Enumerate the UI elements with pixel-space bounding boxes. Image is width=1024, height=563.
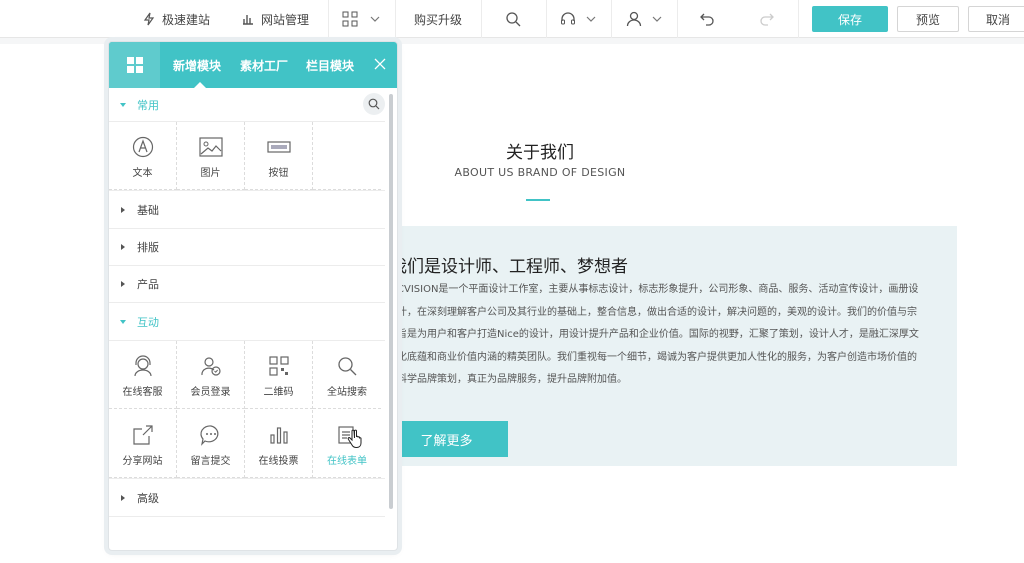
cancel-button[interactable]: 取消 [968, 6, 1024, 32]
layout-grid-dropdown[interactable] [330, 0, 392, 38]
title-underline [526, 199, 550, 201]
category-label: 产品 [137, 278, 159, 291]
support-dropdown[interactable] [547, 0, 609, 38]
upgrade-button[interactable]: 购买升级 [396, 0, 480, 38]
bar-chart-icon [242, 15, 253, 25]
module-label: 全站搜索 [327, 387, 367, 398]
search-icon [506, 12, 521, 27]
triangle-down-icon [120, 320, 126, 324]
module-grid-button[interactable] [109, 42, 160, 88]
quick-build-button[interactable]: 极速建站 [140, 0, 212, 38]
module-label: 在线投票 [258, 456, 299, 467]
module-member-login[interactable]: 会员登录 [177, 341, 245, 409]
user-dropdown[interactable] [612, 0, 676, 38]
user-icon [626, 11, 642, 27]
category-interactive[interactable]: 互动 [109, 304, 385, 341]
button-icon [266, 141, 291, 153]
learn-more-button[interactable]: 了解更多 [385, 421, 508, 457]
module-message[interactable]: 留言提交 [177, 410, 245, 478]
module-label: 留言提交 [190, 456, 231, 467]
module-image[interactable]: 图片 [177, 122, 245, 190]
interactive-modules-grid: 在线客服 会员登录 二维码 全站搜索 分享网站 留言提交 在线投票 在线表单 [109, 341, 385, 479]
category-product[interactable]: 产品 [109, 266, 385, 303]
module-label: 二维码 [263, 387, 294, 398]
preview-button[interactable]: 预览 [897, 6, 959, 32]
chevron-down-icon [652, 16, 662, 22]
undo-icon [700, 13, 714, 26]
add-module-panel: 新增模块 素材工厂 栏目模块 常用 文本 图片 按钮 基础 排版 产品 互动 在… [108, 41, 398, 551]
triangle-right-icon [121, 207, 125, 213]
category-label: 常用 [137, 98, 159, 112]
share-icon [132, 425, 153, 445]
module-label: 会员登录 [190, 387, 231, 398]
member-login-icon [200, 357, 221, 376]
triangle-right-icon [121, 281, 125, 287]
search-icon [368, 98, 380, 110]
site-manage-label: 网站管理 [260, 12, 309, 27]
hand-cursor-icon [347, 429, 362, 449]
module-share[interactable]: 分享网站 [109, 410, 177, 478]
empty-cell [313, 122, 381, 190]
category-label: 互动 [137, 316, 159, 329]
divider [798, 0, 799, 38]
category-layout[interactable]: 排版 [109, 229, 385, 266]
module-vote[interactable]: 在线投票 [245, 410, 313, 478]
quick-build-label: 极速建站 [161, 12, 210, 27]
category-basic[interactable]: 基础 [109, 192, 385, 229]
module-label: 分享网站 [122, 456, 163, 467]
about-heading: 我们是设计师、工程师、梦想者 [390, 257, 628, 277]
divider [328, 0, 329, 38]
apps-icon [126, 57, 143, 73]
triangle-right-icon [121, 244, 125, 250]
top-toolbar: 极速建站 网站管理 购买升级 保存 预览 取消 [0, 0, 1024, 38]
module-label: 按钮 [268, 168, 289, 179]
module-qrcode[interactable]: 二维码 [245, 341, 313, 409]
module-button[interactable]: 按钮 [245, 122, 313, 190]
module-online-service[interactable]: 在线客服 [109, 341, 177, 409]
category-advanced[interactable]: 高级 [109, 480, 385, 517]
triangle-down-icon [120, 102, 126, 107]
module-label: 在线表单 [327, 456, 367, 467]
customer-service-icon [133, 355, 152, 377]
module-online-form[interactable]: 在线表单 [313, 410, 381, 478]
message-icon [199, 425, 218, 446]
category-label: 基础 [137, 204, 159, 217]
scrollbar[interactable] [389, 94, 393, 509]
about-paragraph: CVISION是一个平面设计工作室，主要从事标志设计，标志形象提升，公司形象、商… [397, 284, 919, 386]
section-title: 关于我们 [506, 143, 574, 163]
module-label: 文本 [132, 168, 153, 179]
module-search-button[interactable] [363, 93, 385, 115]
image-icon [198, 137, 223, 157]
site-search-icon [338, 357, 357, 376]
headset-icon [561, 12, 575, 25]
section-subtitle: ABOUT US BRAND OF DESIGN [454, 166, 626, 179]
category-common[interactable]: 常用 [109, 88, 385, 122]
tab-column-module[interactable]: 栏目模块 [306, 42, 354, 88]
module-site-search[interactable]: 全站搜索 [313, 341, 381, 409]
chevron-down-icon [586, 16, 596, 22]
undo-button[interactable] [678, 0, 736, 38]
close-icon[interactable] [371, 55, 389, 73]
common-modules-grid: 文本 图片 按钮 [109, 122, 385, 191]
redo-icon [760, 13, 774, 26]
module-text[interactable]: 文本 [109, 122, 177, 190]
lightning-icon [143, 12, 155, 26]
redo-button[interactable] [738, 0, 796, 38]
tab-material-factory[interactable]: 素材工厂 [240, 42, 288, 88]
save-button[interactable]: 保存 [812, 6, 888, 32]
category-label: 高级 [137, 492, 159, 505]
panel-header: 新增模块 素材工厂 栏目模块 [109, 42, 397, 88]
site-manage-button[interactable]: 网站管理 [236, 0, 314, 38]
chevron-down-icon [370, 16, 380, 22]
vote-icon [269, 427, 288, 444]
triangle-right-icon [121, 495, 125, 501]
grid-icon [342, 11, 358, 27]
qrcode-icon [268, 356, 289, 376]
text-icon [132, 136, 153, 158]
search-button[interactable] [482, 0, 544, 38]
category-label: 排版 [137, 241, 159, 254]
module-label: 图片 [200, 168, 221, 179]
module-label: 在线客服 [122, 387, 163, 398]
